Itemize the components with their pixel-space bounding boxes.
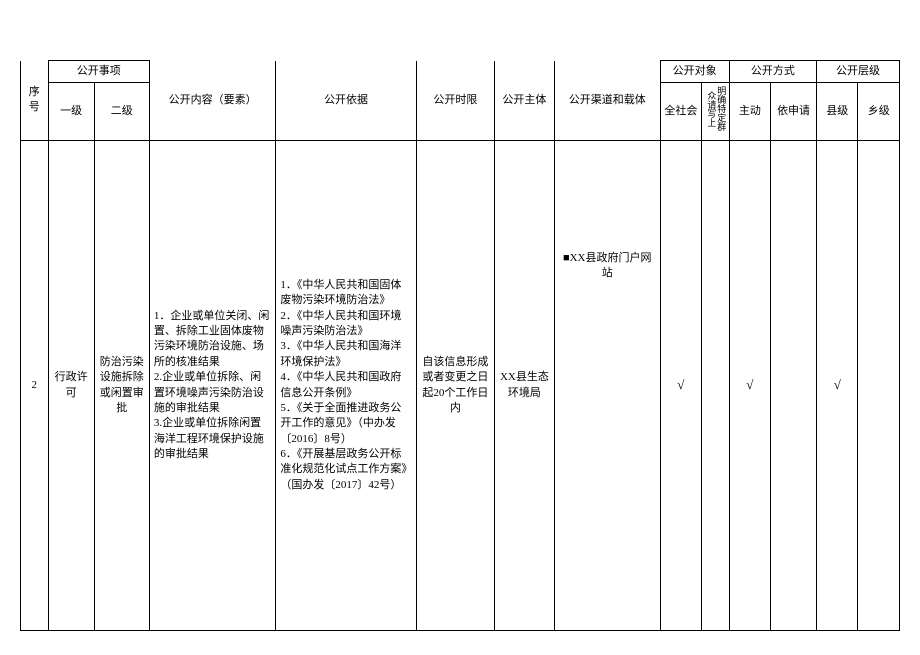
cell-channel: ■XX县政府门户网站 bbox=[554, 141, 660, 631]
header-level-county: 县级 bbox=[817, 83, 858, 141]
header-channel: 公开渠道和载体 bbox=[554, 61, 660, 141]
cell-check-method-onrequest bbox=[771, 141, 817, 631]
cell-check-object-specific bbox=[702, 141, 730, 631]
header-level-township: 乡级 bbox=[858, 83, 900, 141]
document-table-container: 序号 公开事项 公开内容（要素） 公开依据 公开时限 公开主体 公开渠道和载体 … bbox=[20, 60, 900, 631]
cell-level1: 行政许可 bbox=[48, 141, 94, 631]
header-subject: 公开主体 bbox=[494, 61, 554, 141]
cell-content: 1．企业或单位关闭、闲置、拆除工业固体废物污染环境防治设施、场所的核准结果2.企… bbox=[149, 141, 276, 631]
cell-basis: 1．《中华人民共和国固体废物污染环境防治法》2．《中华人民共和国环境噪声污染防治… bbox=[276, 141, 416, 631]
header-serial: 序号 bbox=[21, 61, 49, 141]
cell-check-level-township bbox=[858, 141, 900, 631]
header-method-group: 公开方式 bbox=[729, 61, 816, 83]
header-method-active: 主动 bbox=[729, 83, 770, 141]
header-timelimit: 公开时限 bbox=[416, 61, 494, 141]
header-basis: 公开依据 bbox=[276, 61, 416, 141]
cell-subject: XX县生态环境局 bbox=[494, 141, 554, 631]
header-matter-group: 公开事项 bbox=[48, 61, 149, 83]
header-method-onrequest: 依申请 bbox=[771, 83, 817, 141]
cell-level2: 防治污染设施拆除或闲置审批 bbox=[94, 141, 149, 631]
cell-timelimit: 自该信息形成或者变更之日起20个工作日内 bbox=[416, 141, 494, 631]
disclosure-table: 序号 公开事项 公开内容（要素） 公开依据 公开时限 公开主体 公开渠道和载体 … bbox=[20, 60, 900, 631]
header-object-specific: 明确特定群众请写上 bbox=[702, 83, 730, 141]
header-level-group: 公开层级 bbox=[817, 61, 900, 83]
cell-check-level-county: √ bbox=[817, 141, 858, 631]
table-row: 2 行政许可 防治污染设施拆除或闲置审批 1．企业或单位关闭、闲置、拆除工业固体… bbox=[21, 141, 900, 631]
header-content: 公开内容（要素） bbox=[149, 61, 276, 141]
header-object-group: 公开对象 bbox=[660, 61, 729, 83]
header-object-all: 全社会 bbox=[660, 83, 701, 141]
header-level2: 二级 bbox=[94, 83, 149, 141]
cell-check-object-all: √ bbox=[660, 141, 701, 631]
cell-serial: 2 bbox=[21, 141, 49, 631]
header-level1: 一级 bbox=[48, 83, 94, 141]
cell-check-method-active: √ bbox=[729, 141, 770, 631]
